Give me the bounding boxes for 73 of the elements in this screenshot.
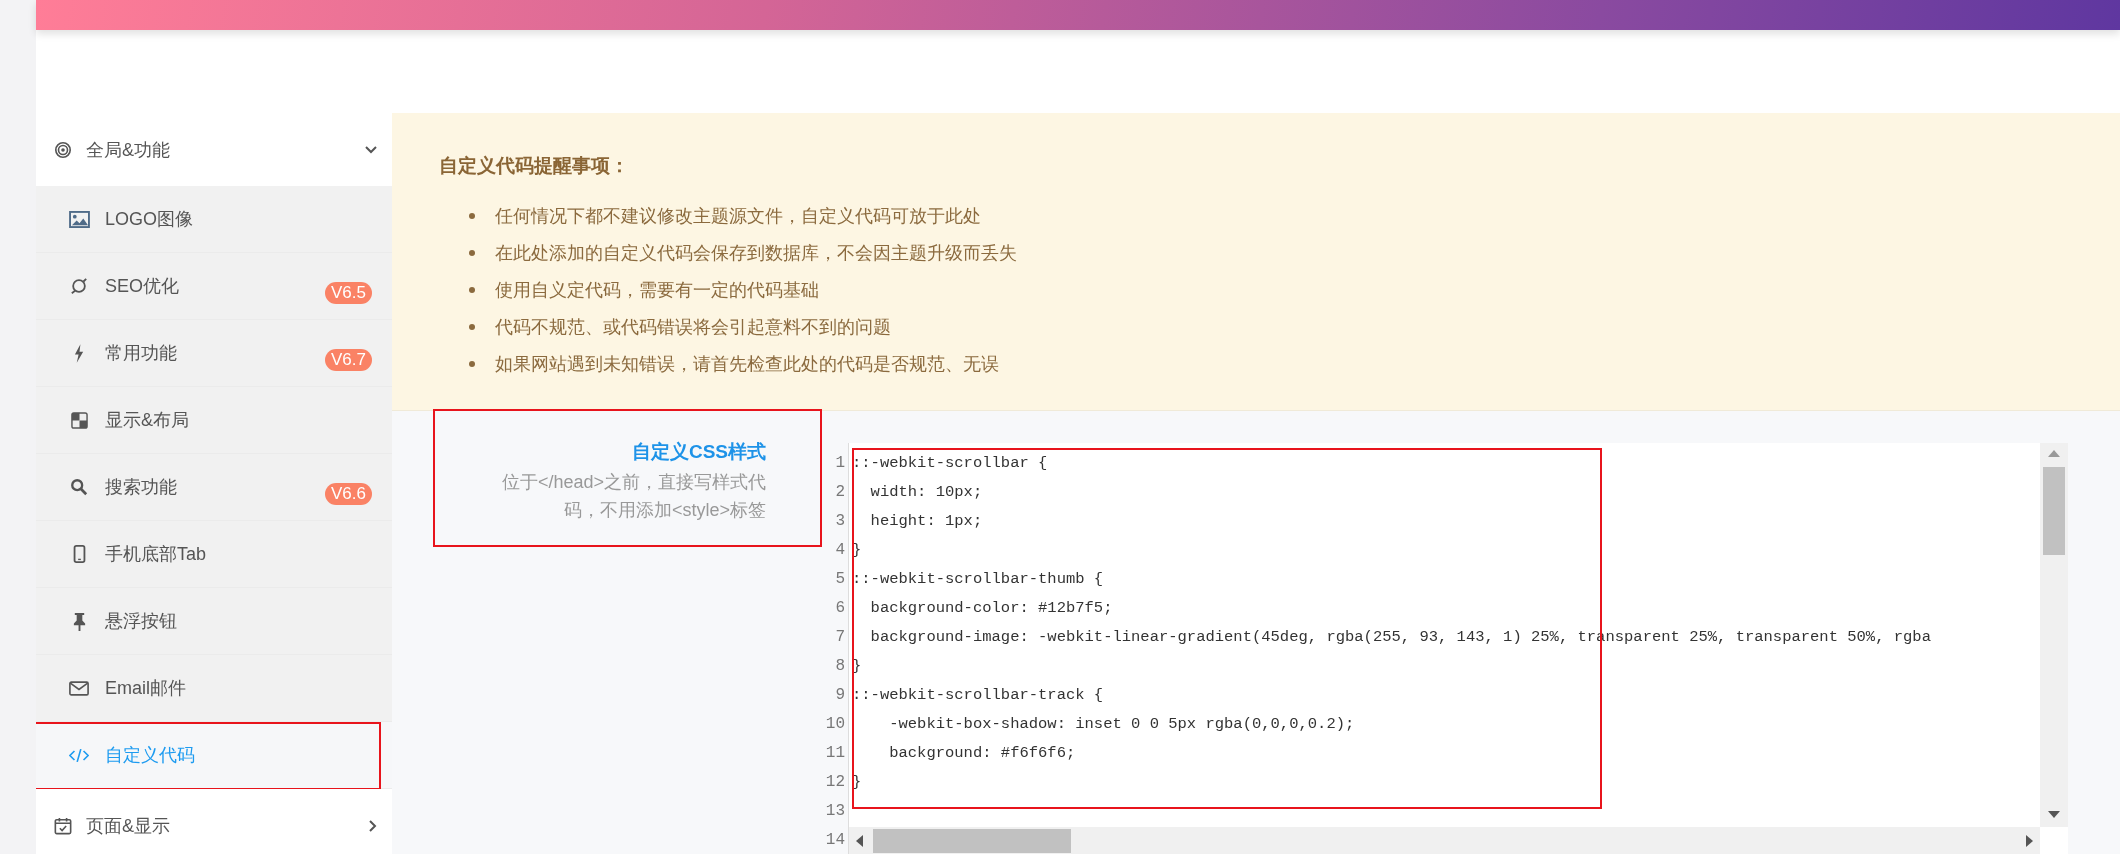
setting-title: 自定义CSS样式: [630, 440, 766, 464]
item-label: 常用功能: [105, 342, 178, 365]
version-badge: V6.5: [325, 282, 372, 304]
scroll-right-icon[interactable]: [2026, 835, 2034, 847]
sidebar-item[interactable]: 手机底部Tab: [36, 521, 392, 588]
sidebar-item[interactable]: Email邮件: [36, 655, 392, 722]
line-number: 5: [834, 569, 845, 590]
item-label: SEO优化: [105, 275, 180, 298]
line-number: 1: [834, 453, 845, 474]
setting-description: 位于</head>之前，直接写样式代码，不用添加<style>标签: [500, 471, 766, 522]
line-number: 10: [824, 714, 845, 735]
bullet-icon: [469, 286, 475, 293]
code-line: background-color: #12b7f5;: [869, 598, 1114, 619]
line-number: 12: [824, 772, 845, 793]
calendar-check-icon: [54, 816, 72, 835]
item-label: 显示&布局: [105, 409, 190, 432]
sidebar-item[interactable]: 搜索功能 V6.6: [36, 454, 392, 521]
scroll-up-icon[interactable]: [2048, 449, 2060, 457]
target-icon: [54, 140, 72, 159]
version-badge: V6.6: [325, 483, 372, 505]
sidebar-item[interactable]: LOGO图像: [36, 186, 392, 253]
code-line: -webkit-box-shadow: inset 0 0 5px rgba(0,0,0,0.2);: [888, 714, 1356, 735]
line-number: 14: [824, 830, 845, 851]
bullet-icon: [469, 323, 475, 330]
line-number: 11: [824, 743, 845, 764]
group-label: 全局&功能: [86, 138, 171, 162]
notice-text: 如果网站遇到未知错误，请首先检查此处的代码是否规范、无误: [495, 352, 999, 376]
scroll-left-icon[interactable]: [855, 835, 863, 847]
line-number: 4: [834, 540, 845, 561]
bullet-icon: [469, 360, 475, 367]
code-line: width: 10px;: [869, 482, 984, 503]
line-number: 7: [834, 627, 845, 648]
item-label: 手机底部Tab: [105, 543, 208, 566]
sidebar-item[interactable]: 常用功能 V6.7: [36, 320, 392, 387]
version-badge: V6.7: [325, 349, 372, 371]
item-label: Email邮件: [105, 677, 187, 700]
scroll-down-icon[interactable]: [2048, 811, 2060, 819]
line-number: 2: [834, 482, 845, 503]
code-line: height: 1px;: [869, 511, 984, 532]
item-label: LOGO图像: [105, 208, 194, 231]
code-editor[interactable]: [849, 443, 2068, 854]
line-number: 6: [834, 598, 845, 619]
notice-text: 代码不规范、或代码错误将会引起意料不到的问题: [495, 315, 891, 339]
horizontal-scrollbar[interactable]: [849, 827, 2040, 854]
sidebar-item[interactable]: 悬浮按钮: [36, 588, 392, 655]
bullet-icon: [469, 249, 475, 256]
line-number: 9: [834, 685, 845, 706]
code-icon: [67, 747, 91, 763]
line-number: 8: [834, 656, 845, 677]
item-label: 悬浮按钮: [105, 610, 178, 633]
image-icon: [67, 210, 91, 228]
group-label: 页面&显示: [86, 814, 171, 838]
vertical-scrollbar[interactable]: [2040, 443, 2068, 827]
item-label: 自定义代码: [105, 744, 196, 767]
envelope-icon: [67, 680, 91, 696]
sidebar-item[interactable]: SEO优化 V6.5: [36, 253, 392, 320]
line-number: 3: [834, 511, 845, 532]
notice-text: 使用自义定代码，需要有一定的代码基础: [495, 278, 819, 302]
chevron-right-icon: [368, 818, 378, 833]
code-line: ::-webkit-scrollbar-thumb {: [852, 569, 1105, 590]
item-label: 搜索功能: [105, 476, 178, 499]
sidebar-item[interactable]: 显示&布局: [36, 387, 392, 454]
notice-text: 任何情况下都不建议修改主题源文件，自定义代码可放于此处: [495, 204, 981, 228]
code-line: ::-webkit-scrollbar-track {: [852, 685, 1105, 706]
bullet-icon: [469, 212, 475, 219]
scrollbar-thumb[interactable]: [873, 829, 1071, 853]
line-number: 13: [824, 801, 845, 822]
code-line: background: #f6f6f6;: [888, 743, 1077, 764]
scrollbar-thumb[interactable]: [2043, 467, 2065, 555]
chevron-down-icon: [364, 144, 378, 155]
notice-title: 自定义代码提醒事项：: [439, 154, 630, 178]
notice-text: 在此处添加的自定义代码会保存到数据库，不会因主题升级而丢失: [495, 241, 1017, 265]
code-line: ::-webkit-scrollbar {: [852, 453, 1049, 474]
